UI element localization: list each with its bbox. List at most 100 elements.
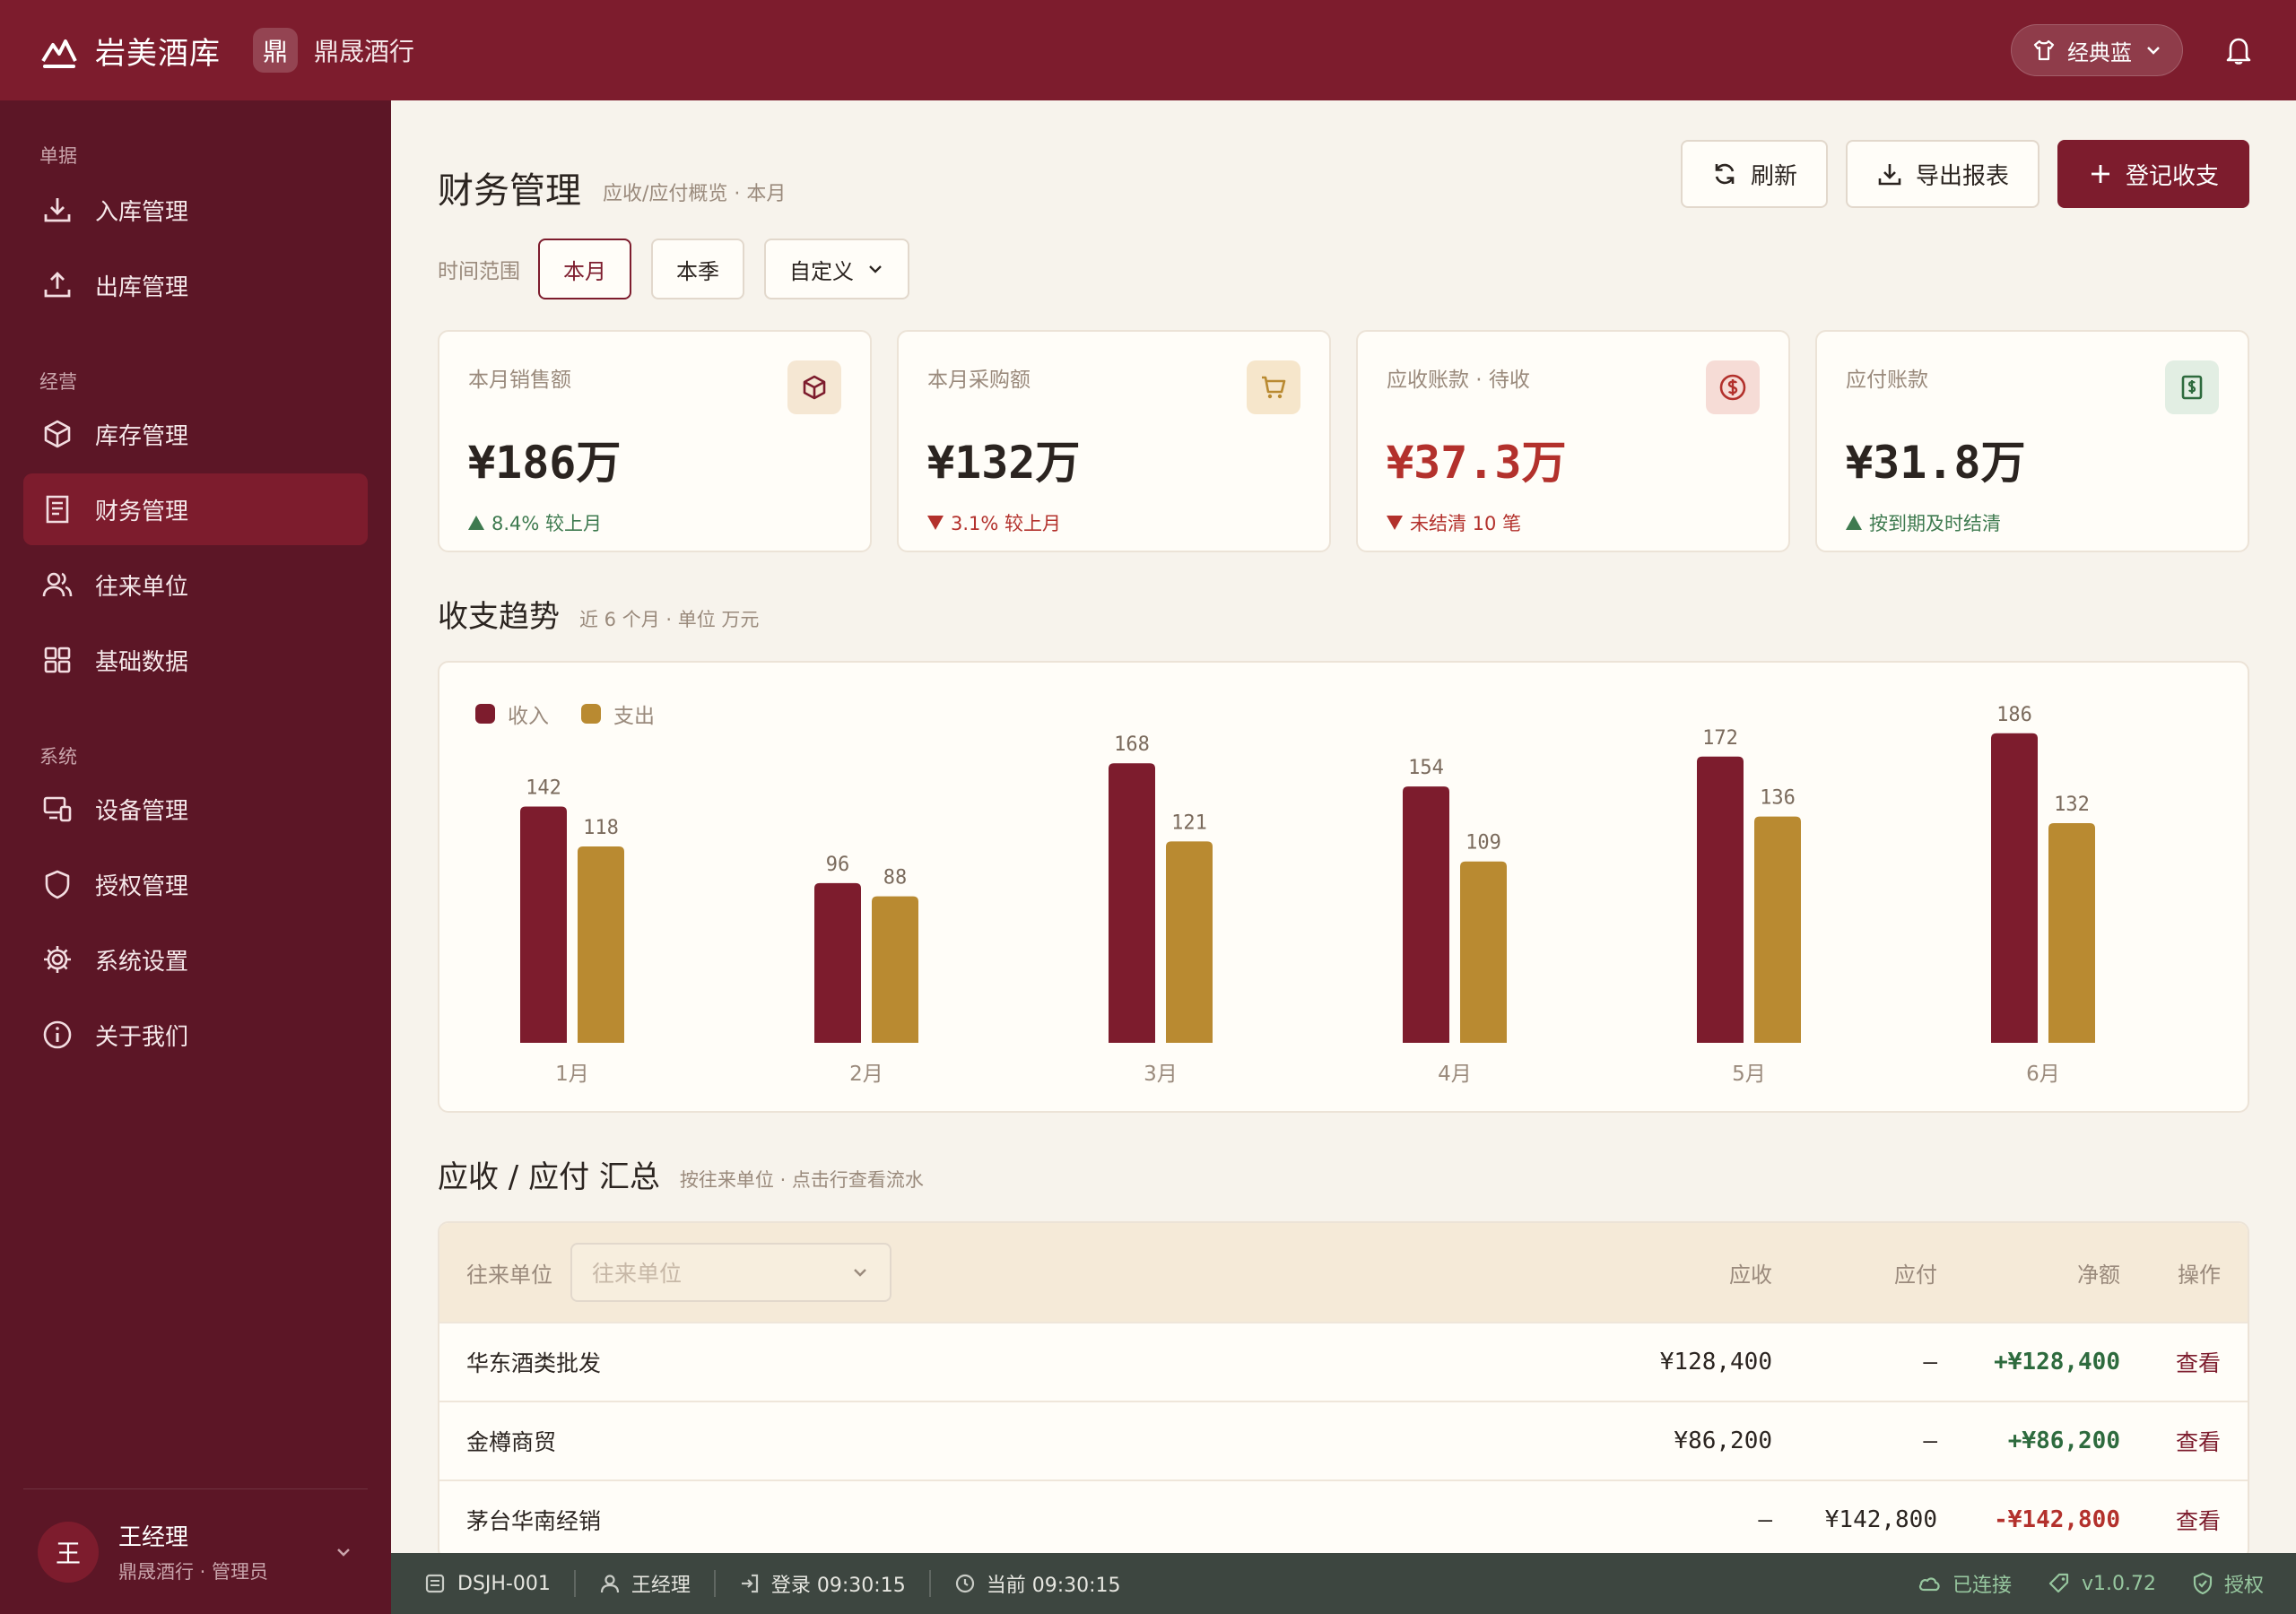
income-expense-chart: 142 118 1月 96 88 2月 168 121 3月 154 109 4月 172 136 5月 18… bbox=[438, 661, 2249, 1113]
receipt-icon bbox=[46, 495, 69, 524]
x-tick-label: 2月 bbox=[849, 1063, 883, 1086]
plus-icon bbox=[2091, 165, 2109, 183]
bar-value-label: 96 bbox=[826, 854, 850, 876]
current-time: 当前 09:30:15 bbox=[986, 1575, 1121, 1597]
sidebar-item-license[interactable]: 授权管理 bbox=[23, 848, 368, 920]
partner-name: 华东酒类批发 bbox=[466, 1350, 602, 1376]
x-tick-label: 4月 bbox=[1438, 1063, 1472, 1086]
bar-income[interactable] bbox=[1991, 733, 2038, 1043]
kpi-value: ¥186万 bbox=[468, 437, 622, 489]
view-link[interactable]: 查看 bbox=[2120, 1504, 2221, 1536]
trend-down-icon bbox=[1387, 516, 1403, 530]
bar-expense[interactable] bbox=[578, 846, 624, 1043]
record-transaction-button[interactable]: 登记收支 bbox=[2057, 140, 2249, 208]
range-quarter-button[interactable]: 本季 bbox=[651, 239, 744, 299]
header-net[interactable]: 净额 bbox=[1937, 1257, 2120, 1289]
payable-value: — bbox=[1923, 1427, 1937, 1454]
bar-income[interactable] bbox=[814, 882, 861, 1043]
user-menu[interactable]: 王 王经理 鼎晟酒行 · 管理员 bbox=[23, 1488, 368, 1614]
sidebar-item-settings[interactable]: 系统设置 bbox=[23, 924, 368, 995]
devices-icon bbox=[43, 796, 72, 822]
shield-check-icon bbox=[2193, 1572, 2213, 1595]
app-name: 岩美酒库 bbox=[95, 35, 221, 72]
kpi-trend: 8.4% 较上月 bbox=[468, 509, 841, 536]
sidebar-item-label: 出库管理 bbox=[95, 273, 189, 301]
theme-switcher[interactable]: 经典蓝 bbox=[2011, 24, 2183, 76]
shirt-icon bbox=[2033, 39, 2055, 61]
bar-value-label: 142 bbox=[526, 777, 561, 799]
export-label: 导出报表 bbox=[1915, 162, 2009, 190]
bar-value-label: 109 bbox=[1465, 832, 1501, 855]
sidebar-group-documents: 单据 bbox=[39, 145, 77, 167]
view-link[interactable]: 查看 bbox=[2120, 1346, 2221, 1378]
refresh-icon bbox=[1715, 163, 1735, 185]
kpi-card-payables[interactable]: 应付账款 ¥31.8万 按到期及时结清 bbox=[1815, 330, 2249, 552]
table-row[interactable]: 金樽商贸 ¥86,200 — +¥86,200 查看 bbox=[439, 1401, 2248, 1480]
brand[interactable]: 岩美酒库 bbox=[39, 29, 221, 73]
bar-income[interactable] bbox=[520, 806, 567, 1043]
bar-value-label: 88 bbox=[883, 867, 908, 889]
bar-expense[interactable] bbox=[2048, 823, 2095, 1043]
chevron-down-icon bbox=[337, 1548, 350, 1557]
range-custom-dropdown[interactable]: 自定义 bbox=[764, 239, 909, 299]
register-icon bbox=[425, 1574, 445, 1593]
version-status[interactable]: v1.0.72 bbox=[2048, 1572, 2156, 1595]
bar-income[interactable] bbox=[1109, 763, 1155, 1043]
connection-status[interactable]: 已连接 bbox=[1917, 1569, 2012, 1598]
sidebar-item-devices[interactable]: 设备管理 bbox=[23, 773, 368, 845]
refresh-button[interactable]: 刷新 bbox=[1680, 140, 1828, 208]
kpi-value: ¥31.8万 bbox=[1846, 437, 2026, 489]
table-row[interactable]: 茅台华南经销 — ¥142,800 -¥142,800 查看 bbox=[439, 1480, 2248, 1553]
sidebar-item-label: 往来单位 bbox=[95, 573, 189, 601]
sidebar-item-outbound[interactable]: 出库管理 bbox=[23, 249, 368, 321]
kpi-trend: 未结清 10 笔 bbox=[1387, 509, 1760, 536]
range-month-button[interactable]: 本月 bbox=[538, 239, 631, 299]
chevron-down-icon bbox=[869, 265, 882, 273]
net-value: -¥142,800 bbox=[1994, 1506, 2120, 1533]
shop-name: 鼎晟酒行 bbox=[314, 37, 415, 66]
chart-legend: 收入 支出 bbox=[475, 699, 687, 729]
partner-name: 金樽商贸 bbox=[466, 1429, 557, 1455]
bar-income[interactable] bbox=[1403, 786, 1449, 1043]
sidebar-item-finance[interactable]: 财务管理 bbox=[23, 473, 368, 545]
bar-value-label: 132 bbox=[2054, 794, 2090, 816]
trend-up-icon bbox=[1846, 516, 1862, 530]
export-report-button[interactable]: 导出报表 bbox=[1845, 140, 2039, 208]
sidebar-item-partners[interactable]: 往来单位 bbox=[23, 549, 368, 620]
login-time: 登录 09:30:15 bbox=[770, 1575, 906, 1597]
license-label: 授权 bbox=[2223, 1575, 2264, 1597]
sidebar-item-inventory[interactable]: 库存管理 bbox=[23, 398, 368, 470]
bar-chart-svg: 142 118 1月 96 88 2月 168 121 3月 154 109 4月 172 136 5月 18… bbox=[520, 704, 2095, 1086]
gear-icon bbox=[44, 946, 71, 973]
bar-expense[interactable] bbox=[1166, 841, 1213, 1043]
user-icon bbox=[600, 1575, 619, 1593]
kpi-card-sales[interactable]: 本月销售额 ¥186万 8.4% 较上月 bbox=[438, 330, 872, 552]
license-status[interactable]: 授权 bbox=[2192, 1569, 2264, 1598]
sidebar-item-master-data[interactable]: 基础数据 bbox=[23, 624, 368, 696]
header-payable[interactable]: 应付 bbox=[1772, 1257, 1937, 1289]
shop-badge: 鼎 bbox=[253, 28, 298, 73]
partner-filter-select[interactable]: 往来单位 bbox=[570, 1243, 891, 1302]
sidebar-item-about[interactable]: 关于我们 bbox=[23, 999, 368, 1071]
legend-item-expense[interactable]: 支出 bbox=[581, 699, 655, 729]
kpi-card-purchases[interactable]: 本月采购额 ¥132万 3.1% 较上月 bbox=[897, 330, 1331, 552]
receivable-value: ¥128,400 bbox=[1659, 1349, 1772, 1375]
legend-item-income[interactable]: 收入 bbox=[475, 699, 549, 729]
table-row[interactable]: 华东酒类批发 ¥128,400 — +¥128,400 查看 bbox=[439, 1322, 2248, 1401]
bar-expense[interactable] bbox=[1754, 816, 1801, 1043]
bar-value-label: 186 bbox=[1996, 704, 2032, 726]
sidebar-item-inbound[interactable]: 入库管理 bbox=[23, 174, 368, 246]
page-subtitle: 应收/应付概览 · 本月 bbox=[603, 183, 787, 205]
header-receivable[interactable]: 应收 bbox=[1593, 1257, 1772, 1289]
filter-label: 往来单位 bbox=[466, 1262, 552, 1288]
info-icon bbox=[43, 1020, 72, 1049]
trend-section-subtitle: 近 6 个月 · 单位 万元 bbox=[579, 609, 760, 630]
bar-expense[interactable] bbox=[872, 896, 918, 1043]
view-link[interactable]: 查看 bbox=[2120, 1425, 2221, 1457]
theme-label: 经典蓝 bbox=[2067, 39, 2132, 65]
kpi-card-receivables[interactable]: 应收账款 · 待收 ¥37.3万 未结清 10 笔 bbox=[1356, 330, 1790, 552]
bar-income[interactable] bbox=[1697, 756, 1744, 1043]
trend-section-title: 收支趋势 bbox=[438, 599, 560, 635]
notification-bell-icon[interactable] bbox=[2221, 32, 2257, 68]
bar-expense[interactable] bbox=[1460, 861, 1507, 1043]
